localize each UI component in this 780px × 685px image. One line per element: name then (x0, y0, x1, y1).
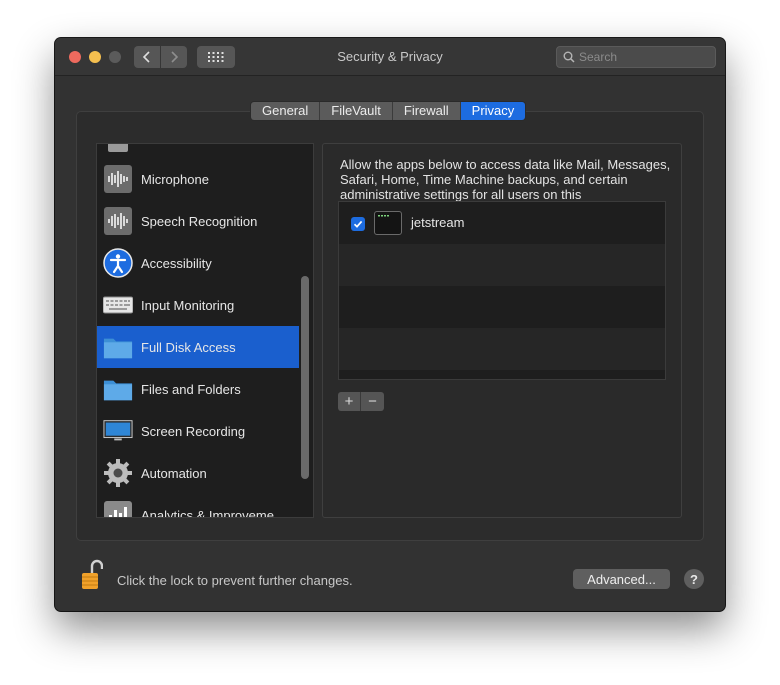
sidebar-item-accessibility[interactable]: Accessibility (97, 242, 299, 284)
app-row-jetstream[interactable]: jetstream (339, 202, 665, 244)
sidebar-item-files-and-folders[interactable]: Files and Folders (97, 368, 299, 410)
drive-icon (103, 144, 133, 158)
tab-firewall[interactable]: Firewall (392, 102, 461, 120)
privacy-category-list[interactable]: Microphone Speech Recognition Accessibil… (96, 143, 314, 518)
sidebar-item-full-disk-access[interactable]: Full Disk Access (97, 326, 299, 368)
sidebar-item-speech-recognition[interactable]: Speech Recognition (97, 200, 299, 242)
help-button[interactable]: ? (684, 569, 704, 589)
sidebar-item-label: Screen Recording (141, 423, 246, 439)
sidebar-item-screen-recording[interactable]: Screen Recording (97, 410, 299, 452)
app-list[interactable]: jetstream (338, 201, 666, 380)
analytics-icon (103, 500, 133, 517)
add-remove-control: + − (338, 392, 384, 411)
sidebar-item-label: Full Disk Access (141, 339, 236, 355)
tab-privacy[interactable]: Privacy (460, 102, 526, 120)
keyboard-icon (103, 290, 133, 320)
display-icon (103, 416, 133, 446)
sidebar-item-input-monitoring[interactable]: Input Monitoring (97, 284, 299, 326)
sidebar-item-label: Automation (141, 465, 207, 481)
add-app-button[interactable]: + (338, 392, 361, 411)
tab-filevault[interactable]: FileVault (320, 102, 393, 120)
lock-message: Click the lock to prevent further change… (117, 573, 353, 588)
sidebar-item-label: Analytics & Improveme (141, 507, 274, 518)
empty-row (339, 286, 665, 328)
app-checkbox[interactable] (351, 217, 365, 231)
empty-row (339, 370, 665, 379)
tab-bar: General FileVault Firewall Privacy (250, 101, 527, 121)
folder-icon (103, 332, 133, 362)
terminal-app-icon (374, 211, 402, 235)
folder-icon (103, 374, 133, 404)
sidebar-item-automation[interactable]: Automation (97, 452, 299, 494)
empty-row (339, 244, 665, 286)
gear-icon (103, 458, 133, 488)
sidebar-item-label: Input Monitoring (141, 297, 235, 313)
accessibility-icon (103, 248, 133, 278)
speech-waveform-icon (103, 206, 133, 236)
sidebar-item-analytics[interactable]: Analytics & Improveme (97, 494, 299, 518)
microphone-waveform-icon (103, 164, 133, 194)
access-description: Allow the apps below to access data like… (340, 157, 671, 201)
sidebar-item-label: Speech Recognition (141, 213, 258, 229)
lock-icon[interactable] (81, 559, 104, 591)
checkmark-icon (353, 220, 363, 228)
titlebar: Security & Privacy (55, 38, 725, 76)
advanced-button[interactable]: Advanced... (573, 569, 670, 589)
tab-general[interactable]: General (251, 102, 321, 120)
list-scrollbar[interactable] (301, 276, 309, 479)
search-icon (563, 51, 575, 63)
search-field[interactable] (556, 46, 716, 68)
sidebar-item-label: Microphone (141, 171, 209, 187)
sidebar-item-label: Accessibility (141, 255, 212, 271)
empty-row (339, 328, 665, 370)
security-privacy-window: Security & Privacy General FileVault Fir… (55, 38, 725, 611)
remove-app-button[interactable]: − (361, 392, 384, 411)
sidebar-item-microphone[interactable]: Microphone (97, 158, 299, 200)
app-name: jetstream (411, 215, 465, 230)
sidebar-item-label: Files and Folders (141, 381, 241, 397)
search-input[interactable] (579, 50, 709, 64)
